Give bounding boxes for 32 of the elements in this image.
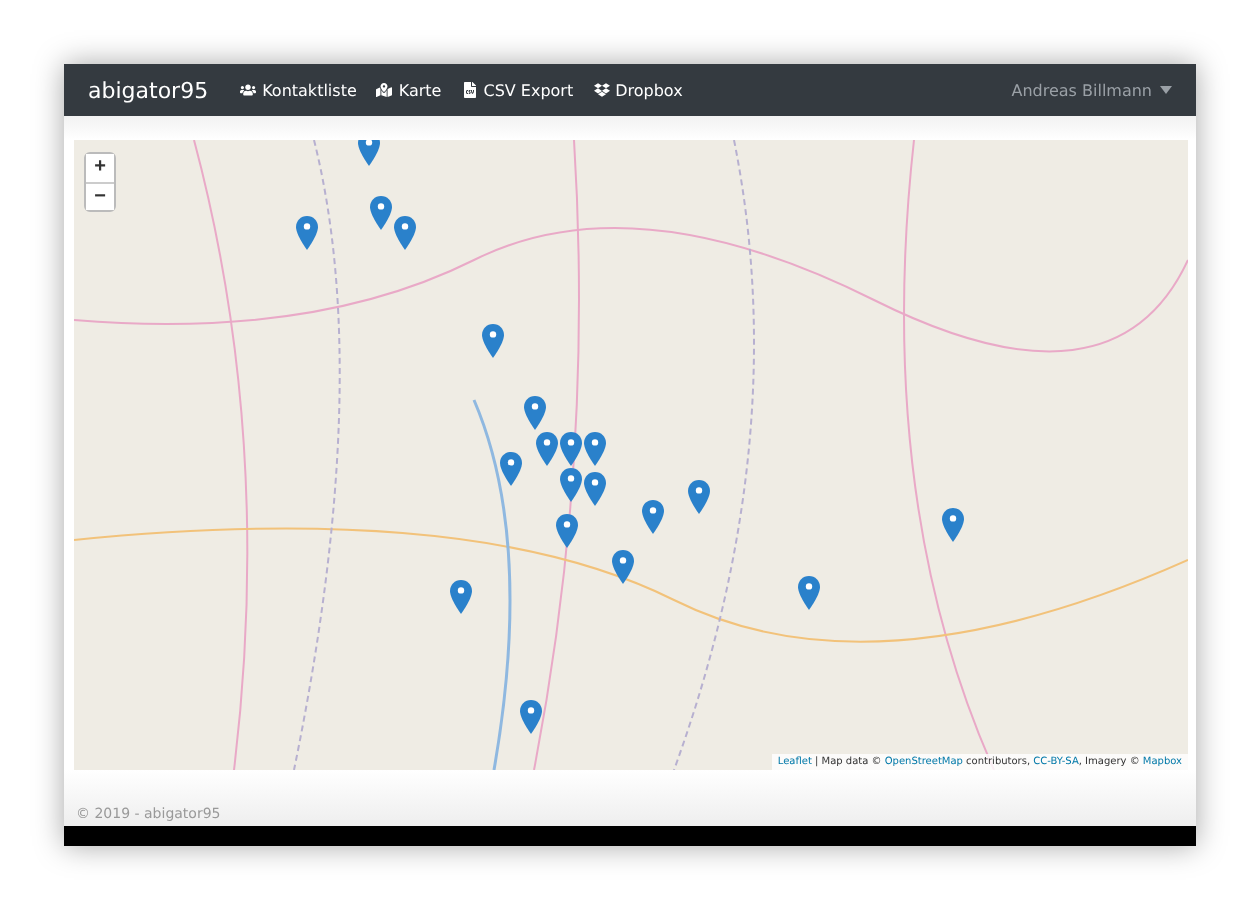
map-marker-icon[interactable] — [536, 432, 558, 466]
brand-title[interactable]: abigator95 — [88, 77, 209, 103]
map-marker-icon[interactable] — [500, 452, 522, 486]
dropbox-icon — [593, 82, 610, 98]
map-marker-icon[interactable] — [688, 480, 710, 514]
map-marker-icon[interactable] — [942, 508, 964, 542]
map-marker-icon[interactable] — [584, 432, 606, 466]
map-marker-icon[interactable] — [450, 580, 472, 614]
map-marker-icon[interactable] — [642, 500, 664, 534]
map-marker-icon[interactable] — [520, 700, 542, 734]
map-marker-icon[interactable] — [560, 432, 582, 466]
map-marker-icon[interactable] — [394, 216, 416, 250]
nav-link[interactable]: CSV Export — [461, 81, 574, 99]
map-marker-icon[interactable] — [358, 140, 380, 166]
user-menu[interactable]: Andreas Billmann — [1011, 81, 1172, 99]
caret-icon — [1160, 86, 1172, 94]
file-icon — [461, 82, 478, 98]
map-marker-icon[interactable] — [612, 550, 634, 584]
map-marker-icon[interactable] — [798, 576, 820, 610]
zoom-out-button[interactable]: − — [86, 182, 114, 210]
nav-link[interactable]: Kontaktliste — [240, 81, 357, 99]
map-marker-icon[interactable] — [584, 472, 606, 506]
map-marker-icon[interactable] — [296, 216, 318, 250]
map-marker-icon[interactable] — [524, 396, 546, 430]
nav-link[interactable]: Karte — [376, 81, 442, 99]
map-icon — [376, 82, 393, 98]
map-marker-icon[interactable] — [560, 468, 582, 502]
map-marker-icon[interactable] — [556, 514, 578, 548]
map-marker-icon[interactable] — [370, 196, 392, 230]
map-marker-icon[interactable] — [482, 324, 504, 358]
nav-link[interactable]: Dropbox — [593, 81, 683, 99]
users-icon — [240, 82, 257, 98]
